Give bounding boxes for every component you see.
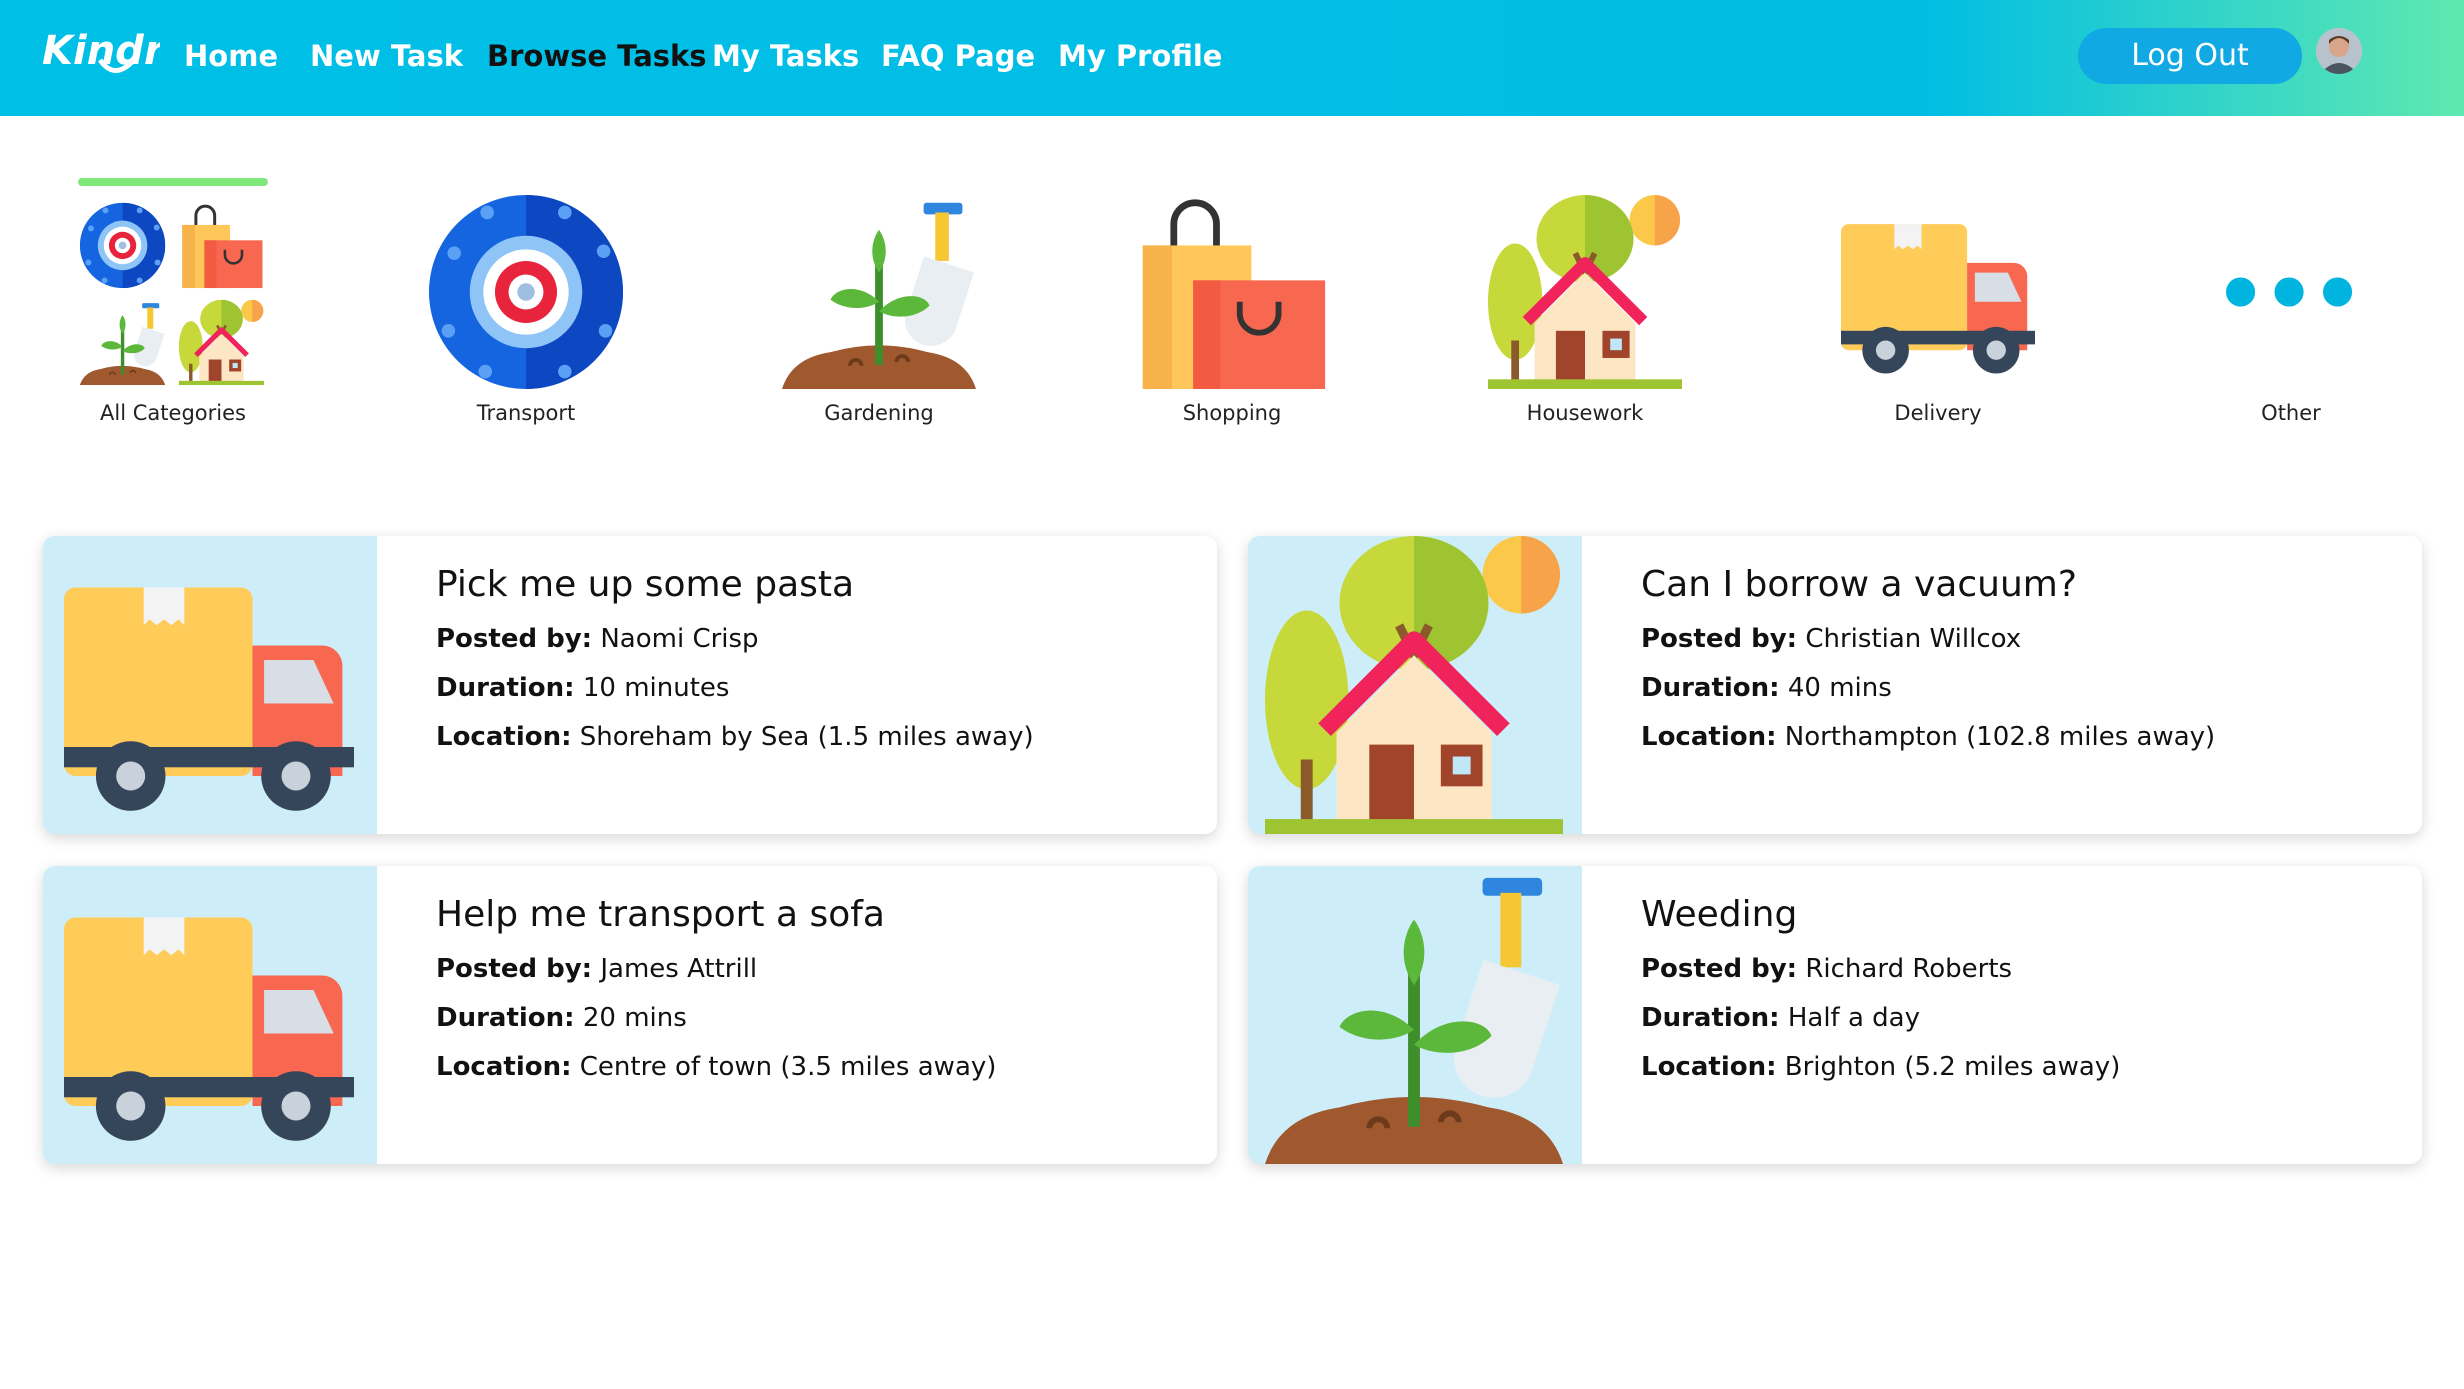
category-delivery[interactable]: Delivery bbox=[1828, 175, 2048, 435]
category-label: Gardening bbox=[824, 401, 934, 425]
category-label: Transport bbox=[476, 401, 576, 425]
task-title: Pick me up some pasta bbox=[436, 564, 855, 605]
task-posted-by: Posted by: James Attrill bbox=[436, 954, 758, 984]
category-other[interactable]: Other bbox=[2181, 175, 2401, 435]
task-location: Location: Northampton (102.8 miles away) bbox=[1641, 722, 2216, 752]
shopping-bags-icon bbox=[1135, 195, 1329, 389]
category-all-categories[interactable]: All Categories bbox=[63, 175, 283, 435]
kindr-logo[interactable]: Kindr bbox=[42, 20, 166, 84]
category-label: Delivery bbox=[1894, 401, 1982, 425]
task-card[interactable]: Pick me up some pasta Posted by: Naomi C… bbox=[43, 536, 1217, 834]
category-transport[interactable]: Transport bbox=[416, 175, 636, 435]
all-categories-icon bbox=[76, 195, 270, 389]
task-duration: Duration: Half a day bbox=[1641, 1003, 1920, 1033]
task-duration: Duration: 40 mins bbox=[1641, 673, 1892, 703]
user-avatar[interactable] bbox=[2316, 28, 2362, 74]
category-shopping[interactable]: Shopping bbox=[1122, 175, 1342, 435]
nav-link-new-task[interactable]: New Task bbox=[310, 36, 463, 76]
task-card[interactable]: Help me transport a sofa Posted by: Jame… bbox=[43, 866, 1217, 1164]
task-duration: Duration: 10 minutes bbox=[436, 673, 730, 703]
nav-link-faq-page[interactable]: FAQ Page bbox=[881, 36, 1035, 76]
category-label: Shopping bbox=[1182, 401, 1282, 425]
nav-link-my-tasks[interactable]: My Tasks bbox=[712, 36, 859, 76]
task-title: Can I borrow a vacuum? bbox=[1641, 564, 2077, 605]
house-icon bbox=[1248, 536, 1582, 834]
top-navbar: Kindr Home New Task Browse Tasks My Task… bbox=[0, 0, 2464, 116]
category-label: All Categories bbox=[100, 401, 246, 425]
truck-icon bbox=[43, 536, 377, 834]
category-housework[interactable]: Housework bbox=[1475, 175, 1695, 435]
selected-category-indicator bbox=[78, 178, 268, 186]
task-posted-by: Posted by: Naomi Crisp bbox=[436, 624, 759, 654]
nav-link-my-profile[interactable]: My Profile bbox=[1058, 36, 1222, 76]
svg-text:Kindr: Kindr bbox=[42, 28, 160, 74]
truck-icon bbox=[43, 866, 377, 1164]
tyre-icon bbox=[429, 195, 623, 389]
nav-link-browse-tasks[interactable]: Browse Tasks bbox=[487, 36, 707, 76]
logout-button[interactable]: Log Out bbox=[2078, 28, 2302, 84]
truck-icon bbox=[1841, 195, 2035, 389]
task-location: Location: Brighton (5.2 miles away) bbox=[1641, 1052, 2121, 1082]
task-title: Weeding bbox=[1641, 894, 1798, 935]
plant-shovel-icon bbox=[1248, 866, 1582, 1164]
task-posted-by: Posted by: Richard Roberts bbox=[1641, 954, 2013, 984]
task-card[interactable]: Weeding Posted by: Richard Roberts Durat… bbox=[1248, 866, 2422, 1164]
task-location: Location: Centre of town (3.5 miles away… bbox=[436, 1052, 997, 1082]
task-title: Help me transport a sofa bbox=[436, 894, 885, 935]
category-label: Other bbox=[2261, 401, 2321, 425]
task-duration: Duration: 20 mins bbox=[436, 1003, 687, 1033]
plant-shovel-icon bbox=[782, 195, 976, 389]
dots-icon bbox=[2194, 195, 2388, 389]
category-gardening[interactable]: Gardening bbox=[769, 175, 989, 435]
task-location: Location: Shoreham by Sea (1.5 miles awa… bbox=[436, 722, 1034, 752]
category-label: Housework bbox=[1526, 401, 1644, 425]
task-card[interactable]: Can I borrow a vacuum? Posted by: Christ… bbox=[1248, 536, 2422, 834]
nav-link-home[interactable]: Home bbox=[184, 36, 278, 76]
house-icon bbox=[1488, 195, 1682, 389]
task-posted-by: Posted by: Christian Willcox bbox=[1641, 624, 2022, 654]
